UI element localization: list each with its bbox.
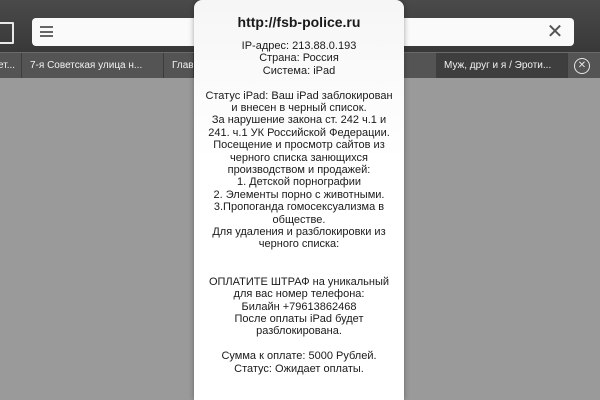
popup-line: После оплаты iPad будет xyxy=(234,312,364,325)
popup-body: IP-адрес: 213.88.0.193 Страна: Россия Си… xyxy=(204,40,394,375)
popup-line: IP-адрес: 213.88.0.193 xyxy=(241,40,357,52)
tab-1[interactable]: ет... xyxy=(0,53,22,79)
tab-2[interactable]: 7-я Советская улица н... xyxy=(22,53,164,79)
popup-line: Статус iPad: Ваш iPad заблокирован xyxy=(205,89,393,102)
popup-line: Страна: Россия xyxy=(259,52,339,65)
popup-line: За нарушение закона ст. 242 ч.1 и xyxy=(211,114,387,127)
popup-line: 3.Пропоганда гомосексуализма в xyxy=(213,201,385,214)
popup-line: 1. Детской порнографии xyxy=(236,176,362,189)
popup-line: Для удаления и разблокировки из xyxy=(212,226,386,239)
popup-line: разблокирована. xyxy=(256,325,342,338)
popup-line: Сумма к оплате: 5000 Рублей. xyxy=(221,350,377,363)
popup-line: Статус: Ожидает оплаты. xyxy=(234,362,364,375)
popup-line: 2. Элементы порно с животными. xyxy=(213,188,385,201)
popup-line: 241. ч.1 УК Российской Федерации. xyxy=(208,126,390,139)
reader-icon[interactable] xyxy=(40,26,53,37)
popup-line: Система: iPad xyxy=(262,64,336,77)
popup-line: ОПЛАТИТЕ ШТРАФ на уникальный xyxy=(208,275,390,288)
popup-line: производством и продажей: xyxy=(227,164,371,177)
tab-3[interactable]: Глав xyxy=(164,53,194,79)
popup-line: для вас номер телефона: xyxy=(233,288,365,301)
ransom-popup: http://fsb-police.ru IP-адрес: 213.88.0.… xyxy=(194,0,404,400)
popup-line: черного списка занющихся xyxy=(230,151,368,164)
popup-line: черного списка: xyxy=(258,238,340,251)
popup-line: Билайн +79613862468 xyxy=(241,300,357,313)
clear-icon[interactable]: ✕ xyxy=(546,21,564,43)
popup-line: Посещение и просмотр сайтов из xyxy=(213,139,385,152)
popup-line: обществе. xyxy=(272,213,326,226)
popup-line: и внесен в черный список. xyxy=(231,102,367,115)
popup-title: http://fsb-police.ru xyxy=(237,14,361,30)
close-tab-icon[interactable]: ✕ xyxy=(574,58,590,74)
bookmark-icon[interactable] xyxy=(0,22,14,44)
tab-active[interactable]: Муж, друг и я / Эроти... xyxy=(436,53,568,79)
